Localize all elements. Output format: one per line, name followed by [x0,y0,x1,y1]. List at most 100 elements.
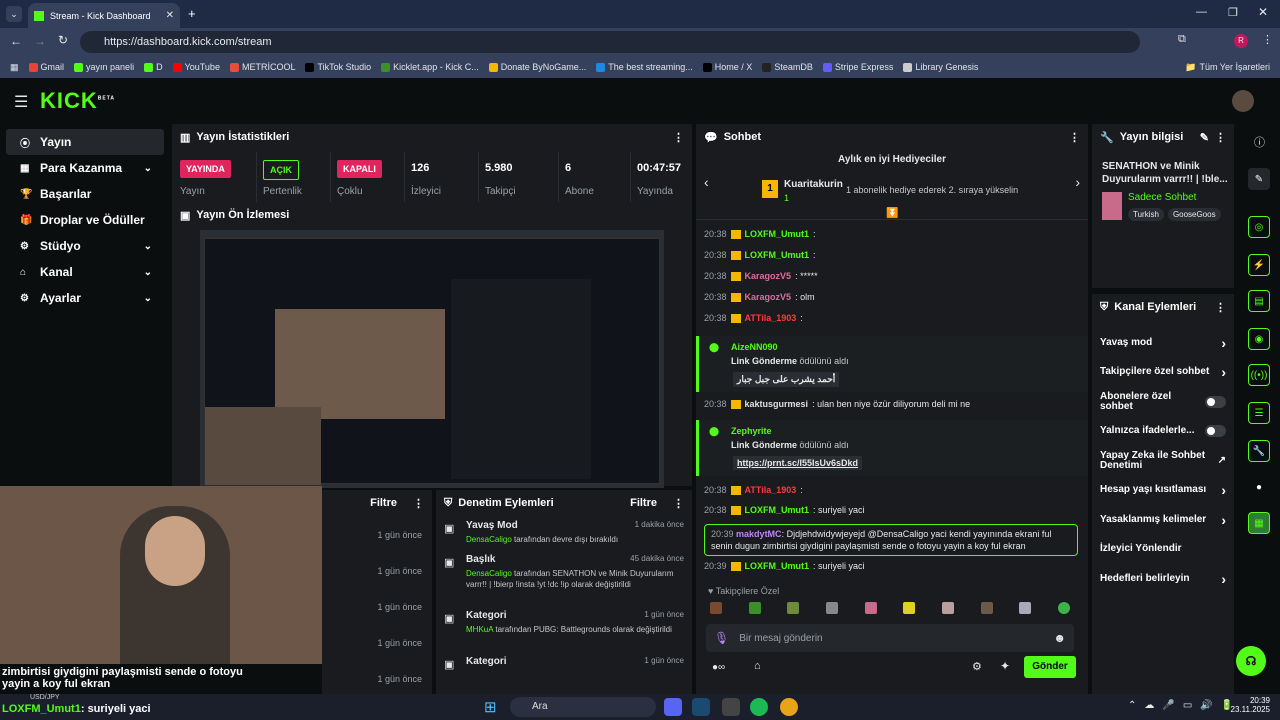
all-bookmarks[interactable]: 📁 Tüm Yer İşaretleri [1185,62,1270,73]
new-tab-button[interactable]: + [188,6,196,21]
clipboard-icon[interactable]: ▤ [1248,290,1270,312]
channel-action-7[interactable]: İzleyici Yönlendir [1092,535,1234,564]
chat-username[interactable]: ATTila_1903 [745,485,797,495]
emote-icon[interactable] [1057,602,1070,614]
emote-icon[interactable] [710,602,722,614]
activity-filter[interactable]: Filtre [370,497,397,509]
moderation-filter[interactable]: Filtre [630,497,657,509]
actions-menu-icon[interactable]: ⋮ [1215,301,1226,314]
chat-username[interactable]: LOXFM_Umut1 [745,250,810,260]
broadcast-icon[interactable]: ((•)) [1248,364,1270,386]
emoji-icon[interactable]: ☻ [1053,631,1066,645]
store-icon[interactable]: ⌂ [754,660,761,672]
close-window-button[interactable]: ✕ [1258,5,1268,19]
top-gifter-name[interactable]: Kuaritakurin [784,179,843,190]
mic-icon[interactable]: 🎙 [714,631,729,645]
gifters-next[interactable]: › [1075,174,1080,190]
menu-icon[interactable]: ⋮ [1262,33,1273,46]
channel-action-5[interactable]: Hesap yaşı kısıtlaması › [1092,476,1234,505]
mod-item-user[interactable]: MHKuA [466,625,493,634]
chrome-icon[interactable] [780,698,798,716]
chat-username[interactable]: LOXFM_Umut1 [745,505,810,515]
stats-menu-icon[interactable]: ⋮ [673,131,684,144]
bookmark-item[interactable]: Gmail [28,62,64,72]
maximize-button[interactable]: ❐ [1228,6,1238,19]
channel-action-3[interactable]: Yalnızca ifadelerle... [1092,417,1234,446]
chat-input[interactable]: 🎙 Bir mesaj gönderin ☻ [706,624,1074,652]
minimize-button[interactable]: — [1196,6,1207,18]
apps-icon[interactable]: ▦ [10,62,19,73]
chat-username[interactable]: LOXFM_Umut1 [745,561,810,571]
game-icon[interactable]: ▦ [1248,512,1270,534]
bookmark-item[interactable]: The best streaming... [596,62,693,72]
bookmark-item[interactable]: Library Genesis [903,62,978,72]
start-button[interactable]: ⊞ [484,698,497,716]
emote-icon[interactable] [980,602,993,614]
chat-username[interactable]: KaragozV5 [745,271,792,281]
taskbar-search[interactable]: Ara [510,697,656,717]
stat-badge[interactable]: KAPALI [337,160,382,178]
sidebar-item-1[interactable]: ▦ Para Kazanma ⌄ [6,155,164,181]
hamburger-menu-icon[interactable]: ☰ [14,92,28,112]
toggle-switch[interactable] [1205,395,1226,408]
chat-menu-icon[interactable]: ⋮ [1069,131,1080,144]
profile-avatar[interactable]: R [1234,34,1248,48]
bookmark-item[interactable]: METRİCOOL [229,62,295,72]
channel-action-1[interactable]: Takipçilere özel sohbet › [1092,358,1234,387]
info-menu-icon[interactable]: ⋮ [1215,131,1226,144]
tab-close-icon[interactable]: ✕ [166,10,174,21]
reload-icon[interactable]: ↻ [58,33,68,47]
bookmark-item[interactable]: SteamDB [762,62,813,72]
user-avatar[interactable] [1232,90,1254,112]
tag-pill[interactable]: Turkish [1128,208,1164,221]
reward-content[interactable]: https://prnt.sc/I55IsUv6sDkd [733,456,863,470]
activity-menu-icon[interactable]: ⋮ [413,497,424,510]
chat-settings-icon[interactable]: ⚙ [972,660,982,673]
steam-icon[interactable] [692,698,710,716]
stat-badge[interactable]: AÇIK [263,160,299,180]
chat-username[interactable]: kaktusgurmesi [745,399,809,409]
browser-tab[interactable]: Stream - Kick Dashboard ✕ [28,3,180,28]
extensions-icon[interactable]: ⧉ [1178,33,1186,46]
channel-action-6[interactable]: Yasaklanmış kelimeler › [1092,505,1234,534]
emote-icon[interactable] [941,602,954,614]
channel-action-2[interactable]: Abonelere özel sohbet [1092,387,1234,416]
gifters-prev[interactable]: ‹ [704,174,709,190]
edit-icon[interactable]: ✎ [1200,131,1209,144]
emote-icon[interactable] [1019,602,1032,614]
sidebar-item-3[interactable]: 🎁 Droplar ve Ödüller [6,207,164,233]
bookmark-item[interactable]: D [144,62,163,72]
emote-icon[interactable] [787,602,800,614]
emote-icon[interactable] [748,602,761,614]
sidebar-item-6[interactable]: ⚙ Ayarlar ⌄ [6,285,164,311]
url-input[interactable]: https://dashboard.kick.com/stream [80,31,1140,53]
chat-bubble-icon[interactable]: ◉ [1248,328,1270,350]
forward-icon[interactable]: → [34,34,46,48]
emote-icon[interactable] [864,602,877,614]
chat-username[interactable]: ATTila_1903 [745,313,797,323]
help-button[interactable]: ☊ [1236,646,1266,676]
target-icon[interactable]: ◎ [1248,216,1270,238]
stream-preview-video[interactable] [200,230,664,488]
tab-search-icon[interactable]: ⌄ [6,6,22,22]
channel-action-8[interactable]: Hedefleri belirleyin › [1092,564,1234,593]
sidebar-item-5[interactable]: ⌂ Kanal ⌄ [6,259,164,285]
mod-item-user[interactable]: DensaCaligo [466,569,512,578]
discord-icon[interactable] [664,698,682,716]
bookmark-item[interactable]: Kicklet.app - Kick C... [381,62,479,72]
app-icon[interactable] [722,698,740,716]
sidebar-item-2[interactable]: 🏆 Başarılar [6,181,164,207]
bookmark-item[interactable]: Stripe Express [822,62,893,72]
reward-user[interactable]: AizeNN090 [731,342,778,352]
emote-icon[interactable] [903,602,916,614]
points-icon[interactable]: ● [1248,476,1270,498]
clock[interactable]: 20:39 23.11.2025 [1226,696,1270,714]
points-icon[interactable]: ●∞ [712,662,725,673]
back-icon[interactable]: ← [10,34,22,48]
toggle-switch[interactable] [1205,425,1226,437]
kick-logo[interactable]: KICKBETA [40,88,115,114]
channel-action-0[interactable]: Yavaş mod › [1092,328,1234,357]
chat-username[interactable]: KaragozV5 [745,292,792,302]
mod-item-user[interactable]: DensaCaligo [466,535,512,544]
tray-icons[interactable]: ⌃☁🎤▭🔊🔋 [1128,700,1241,711]
